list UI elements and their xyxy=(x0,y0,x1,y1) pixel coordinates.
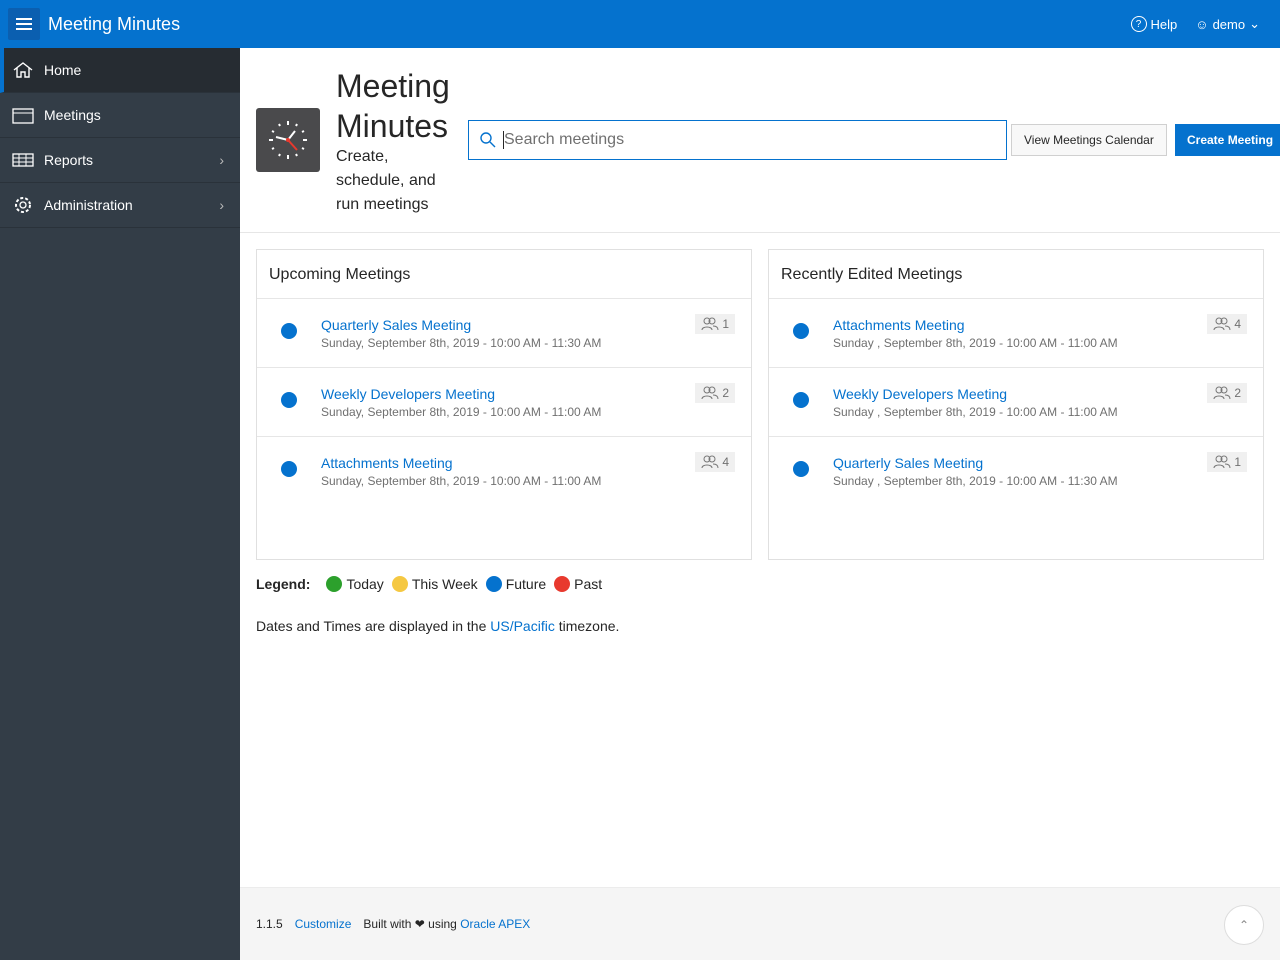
chevron-down-icon: ⌄ xyxy=(1249,16,1260,31)
meeting-link[interactable]: Attachments Meeting xyxy=(321,455,453,471)
status-dot xyxy=(793,461,809,477)
meeting-date: Sunday , September 8th, 2019 - 10:00 AM … xyxy=(833,405,1118,419)
user-menu[interactable]: ☺ demo ⌄ xyxy=(1195,16,1260,32)
past-dot xyxy=(554,576,571,592)
clock-icon xyxy=(256,108,320,172)
users-icon xyxy=(701,386,719,400)
customize-link[interactable]: Customize xyxy=(295,917,352,931)
sidebar-item-reports[interactable]: Reports › xyxy=(0,138,240,183)
gear-icon xyxy=(15,197,31,213)
help-icon: ? xyxy=(1130,16,1147,32)
meeting-row: Weekly Developers Meeting Sunday , Septe… xyxy=(769,368,1263,437)
meeting-link[interactable]: Attachments Meeting xyxy=(833,317,965,333)
meeting-date: Sunday, September 8th, 2019 - 10:00 AM -… xyxy=(321,336,602,350)
meeting-row: Weekly Developers Meeting Sunday, Septem… xyxy=(257,368,751,437)
main-content: Meeting Minutes Create, schedule, and ru… xyxy=(240,48,1280,960)
heart-icon: ❤ xyxy=(414,917,425,931)
page-title: Meeting Minutes xyxy=(336,68,450,144)
oracle-apex-link[interactable]: Oracle APEX xyxy=(460,917,530,931)
card-title: Recently Edited Meetings xyxy=(769,250,1263,299)
top-bar: Meeting Minutes ? Help ☺ demo ⌄ xyxy=(0,0,1280,48)
meeting-link[interactable]: Quarterly Sales Meeting xyxy=(833,455,983,471)
meeting-date: Sunday , September 8th, 2019 - 10:00 AM … xyxy=(833,336,1118,350)
view-calendar-button[interactable]: View Meetings Calendar xyxy=(1011,124,1167,156)
page-subtitle: Create, schedule, and run meetings xyxy=(336,148,436,213)
status-dot xyxy=(281,323,297,339)
meeting-row: Attachments Meeting Sunday , September 8… xyxy=(769,299,1263,368)
users-icon xyxy=(1213,317,1231,331)
chevron-right-icon: › xyxy=(219,152,224,168)
future-dot xyxy=(485,576,502,592)
status-dot xyxy=(793,392,809,408)
attendee-count-badge: 1 xyxy=(695,314,735,334)
users-icon xyxy=(701,317,719,331)
meeting-link[interactable]: Weekly Developers Meeting xyxy=(321,386,495,402)
recent-meetings-card: Recently Edited Meetings Attachments Mee… xyxy=(768,249,1264,560)
meeting-date: Sunday, September 8th, 2019 - 10:00 AM -… xyxy=(321,474,602,488)
this-week-dot xyxy=(391,576,408,592)
attendee-count-badge: 1 xyxy=(1207,452,1247,472)
sidebar-item-administration[interactable]: Administration › xyxy=(0,183,240,228)
menu-toggle-button[interactable] xyxy=(8,8,40,40)
calendar-icon xyxy=(12,108,34,124)
users-icon xyxy=(1213,386,1231,400)
attendee-count-badge: 4 xyxy=(695,452,735,472)
status-dot xyxy=(281,392,297,408)
chevron-right-icon: › xyxy=(219,197,224,213)
meeting-row: Quarterly Sales Meeting Sunday, Septembe… xyxy=(257,299,751,368)
timezone-note: Dates and Times are displayed in the US/… xyxy=(256,618,620,634)
user-icon: ☺ xyxy=(1195,16,1209,32)
users-icon xyxy=(701,455,719,469)
search-input[interactable]: Search meetings xyxy=(468,120,1007,160)
hero-region: Meeting Minutes Create, schedule, and ru… xyxy=(240,48,1280,233)
chevron-up-icon: ⌃ xyxy=(1238,918,1250,932)
meeting-link[interactable]: Weekly Developers Meeting xyxy=(833,386,1007,402)
scroll-to-top-button[interactable]: ⌃ xyxy=(1224,905,1264,945)
app-title[interactable]: Meeting Minutes xyxy=(48,14,180,35)
attendee-count-badge: 4 xyxy=(1207,314,1247,334)
sidebar: Home Meetings Reports › Administration › xyxy=(0,48,240,960)
legend: Legend: Today This Week Future Past xyxy=(256,576,603,592)
upcoming-meetings-card: Upcoming Meetings Quarterly Sales Meetin… xyxy=(256,249,752,560)
meeting-date: Sunday , September 8th, 2019 - 10:00 AM … xyxy=(833,474,1118,488)
sidebar-item-meetings[interactable]: Meetings xyxy=(0,93,240,138)
attendee-count-badge: 2 xyxy=(695,383,735,403)
status-dot xyxy=(793,323,809,339)
help-link[interactable]: ? Help xyxy=(1130,16,1177,32)
today-dot xyxy=(326,576,343,592)
users-icon xyxy=(1213,455,1231,469)
meeting-row: Attachments Meeting Sunday, September 8t… xyxy=(257,437,751,506)
home-icon xyxy=(13,62,33,78)
sidebar-item-home[interactable]: Home xyxy=(0,48,240,93)
search-icon xyxy=(480,132,496,148)
attendee-count-badge: 2 xyxy=(1207,383,1247,403)
meeting-row: Quarterly Sales Meeting Sunday , Septemb… xyxy=(769,437,1263,506)
card-title: Upcoming Meetings xyxy=(257,250,751,299)
version: 1.1.5 xyxy=(256,917,283,931)
create-meeting-button[interactable]: Create Meeting xyxy=(1175,124,1280,156)
footer: 1.1.5 Customize Built with ❤ using Oracl… xyxy=(240,887,1280,960)
status-dot xyxy=(281,461,297,477)
meeting-date: Sunday, September 8th, 2019 - 10:00 AM -… xyxy=(321,405,602,419)
meeting-link[interactable]: Quarterly Sales Meeting xyxy=(321,317,471,333)
table-icon xyxy=(12,153,34,167)
timezone-link[interactable]: US/Pacific xyxy=(490,618,555,634)
